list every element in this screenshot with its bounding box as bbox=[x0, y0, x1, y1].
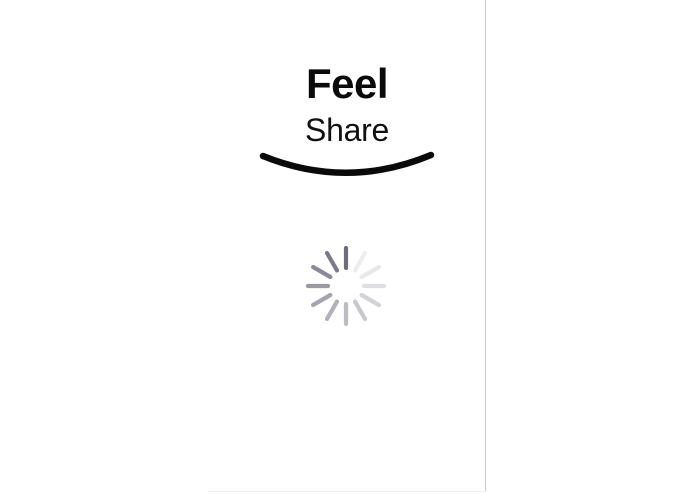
spinner-spoke bbox=[352, 299, 368, 322]
logo-subtitle: Share bbox=[305, 112, 389, 148]
spinner-spoke bbox=[324, 299, 340, 322]
logo-title: Feel bbox=[305, 60, 389, 107]
panel-divider bbox=[485, 0, 486, 492]
spinner-spoke bbox=[324, 250, 340, 273]
loading-spinner-icon bbox=[305, 245, 387, 327]
smile-icon bbox=[259, 151, 435, 176]
app-logo: Feel Share bbox=[250, 58, 444, 186]
spinner-spoke bbox=[352, 250, 368, 273]
spinner-spoke bbox=[359, 264, 382, 280]
bottom-edge-divider bbox=[208, 491, 486, 492]
splash-screen: Feel Share bbox=[0, 0, 695, 494]
spinner-spoke bbox=[359, 292, 382, 308]
spinner-spoke bbox=[310, 264, 333, 280]
spinner-spoke bbox=[310, 292, 333, 308]
